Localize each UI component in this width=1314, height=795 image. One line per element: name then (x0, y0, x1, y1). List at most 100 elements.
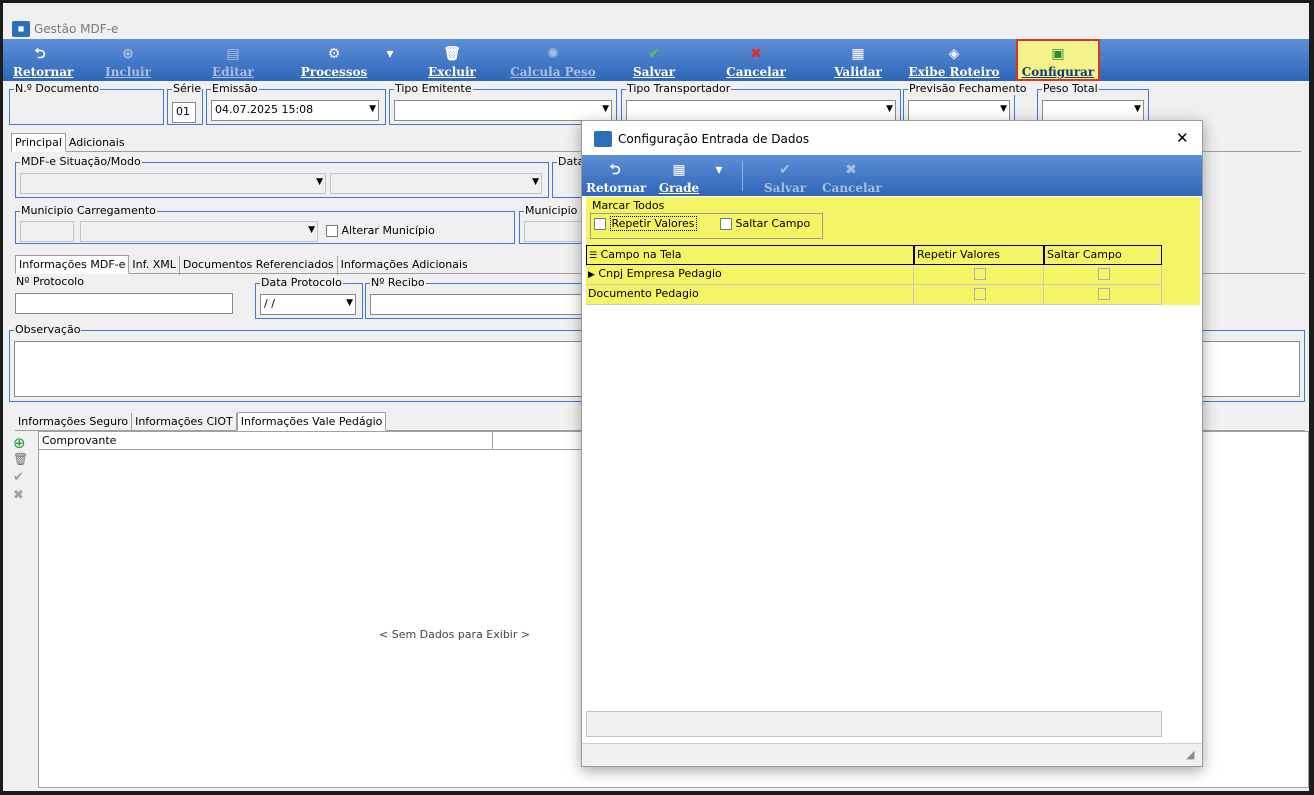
dialog-retornar-button[interactable]: ⮌ Retornar (586, 155, 646, 197)
x-icon: ✖ (750, 46, 762, 62)
dialog-cancelar-button[interactable]: ✖ Cancelar (822, 155, 882, 197)
table-row[interactable]: ▶ Cnpj Empresa Pedagio (586, 265, 914, 285)
chevron-down-icon: ▾ (715, 162, 723, 178)
situacao-select[interactable]: ▼ (20, 173, 326, 194)
grid-header-spacer (493, 432, 583, 450)
comprovante-column-header[interactable]: Comprovante (39, 432, 493, 450)
saltar-column-header[interactable]: Saltar Campo (1044, 245, 1162, 265)
saltar-cell[interactable] (1044, 265, 1162, 285)
validar-button[interactable]: ▦ Validar (833, 39, 883, 81)
emissao-group: Emissão 04.07.2025 15:08 ▼ (206, 82, 386, 125)
protocolo-group: Nº Protocolo (15, 275, 237, 317)
repetir-column-header[interactable]: Repetir Valores (914, 245, 1044, 265)
chevron-down-icon: ▼ (346, 298, 353, 308)
saltar-campo-checkbox[interactable]: Saltar Campo (720, 217, 810, 230)
repetir-cell[interactable] (914, 285, 1044, 305)
return-arrow-icon: ⮌ (609, 162, 621, 178)
plus-circle-icon: ⊕ (122, 46, 134, 62)
validate-icon: ▦ (851, 46, 865, 62)
emissao-field[interactable]: 04.07.2025 15:08 ▼ (211, 100, 379, 121)
resize-grip-icon[interactable]: ◢ (1186, 748, 1194, 761)
retornar-button[interactable]: ⮌ Retornar (13, 39, 73, 81)
tipo-emitente-select[interactable]: ▼ (394, 100, 612, 121)
tab-informacoes-ciot[interactable]: Informações CIOT (132, 413, 237, 432)
table-row[interactable]: Documento Pedagio (586, 285, 914, 305)
close-icon[interactable]: ✕ (1176, 129, 1189, 147)
incluir-button[interactable]: ⊕ Incluir (105, 39, 151, 81)
title-bar: ◼ Gestão MDF-e (3, 3, 1309, 39)
x-icon[interactable]: ✖ (13, 488, 35, 506)
processos-dropdown[interactable]: ▾ (383, 39, 397, 81)
add-icon[interactable]: ⊕ (13, 434, 35, 452)
grid-footer (586, 711, 1162, 737)
tab-informacoes-adicionais[interactable]: Informações Adicionais (338, 256, 471, 275)
dialog-grade-button[interactable]: ▦ Grade (658, 155, 700, 197)
protocolo-field[interactable] (15, 293, 233, 314)
tab-inf-xml[interactable]: Inf. XML (129, 256, 180, 275)
config-grid: ☰ Campo na Tela Repetir Valores Saltar C… (586, 245, 1162, 307)
check-icon[interactable]: ✔ (13, 470, 35, 488)
column-menu-icon: ☰ (589, 251, 598, 261)
status-bar: ◢ (582, 743, 1202, 766)
dialog-salvar-button[interactable]: ✔ Salvar (764, 155, 806, 197)
chevron-down-icon: ▼ (602, 104, 609, 114)
situacao-group: MDF-e Situação/Modo ▼ ▼ (15, 155, 549, 198)
app-logo-icon (594, 131, 612, 147)
chevron-down-icon: ▾ (386, 46, 394, 62)
chevron-down-icon: ▼ (886, 104, 893, 114)
chevron-down-icon: ▼ (1000, 104, 1007, 114)
recibo-field[interactable] (370, 294, 582, 315)
tab-informacoes-seguro[interactable]: Informações Seguro (15, 413, 133, 432)
municipio-codigo-field[interactable] (20, 221, 74, 242)
chevron-down-icon: ▼ (308, 225, 315, 235)
saltar-cell[interactable] (1044, 285, 1162, 305)
empty-grid-message: < Sem Dados para Exibir > (379, 628, 531, 641)
salvar-button[interactable]: ✔ Salvar (629, 39, 679, 81)
grid-icon: ▦ (672, 162, 686, 178)
tab-documentos-referenciados[interactable]: Documentos Referenciados (180, 256, 338, 275)
tab-informacoes-vale-pedagio[interactable]: Informações Vale Pedágio (236, 412, 387, 431)
municipio-carregamento-group: Municipio Carregamento ▼ Alterar Municíp… (15, 204, 515, 244)
municipio-d-field[interactable] (524, 221, 588, 242)
config-icon: ▣ (1051, 46, 1065, 62)
serie-group: Série 01 (167, 82, 203, 125)
marcar-todos-section: Marcar Todos Repetir Valores Saltar Camp… (586, 197, 1200, 243)
tab-adicionais[interactable]: Adicionais (66, 134, 128, 153)
trash-icon: 🗑 (443, 46, 461, 62)
peso-total-select[interactable]: ▼ (1042, 100, 1144, 121)
editar-button[interactable]: ▤ Editar (211, 39, 255, 81)
repetir-cell[interactable] (914, 265, 1044, 285)
scale-icon: ✺ (547, 46, 559, 62)
exibe-roteiro-button[interactable]: ◈ Exibe Roteiro (908, 39, 1000, 81)
dialog-title: Configuração Entrada de Dados (618, 132, 810, 146)
cancelar-button[interactable]: ✖ Cancelar (725, 39, 787, 81)
data-protocolo-group: Data Protocolo / / ▼ (255, 276, 363, 319)
repetir-valores-checkbox[interactable]: Repetir Valores (594, 216, 697, 231)
tipo-transportador-select[interactable]: ▼ (626, 100, 896, 121)
tab-principal[interactable]: Principal (11, 133, 66, 152)
processos-button[interactable]: ⚙ Processos (299, 39, 369, 81)
data-protocolo-field[interactable]: / / ▼ (260, 294, 356, 315)
municipio-carregamento-select[interactable]: ▼ (80, 221, 318, 242)
chevron-down-icon: ▼ (369, 104, 376, 114)
gear-icon: ⚙ (327, 46, 341, 62)
trash-icon[interactable]: 🗑 (13, 452, 35, 470)
excluir-button[interactable]: 🗑 Excluir (427, 39, 477, 81)
recibo-group: Nº Recibo (365, 276, 585, 319)
serie-field[interactable]: 01 (172, 102, 196, 123)
marcar-todos-label: Marcar Todos (592, 199, 665, 212)
check-icon: ✔ (779, 162, 791, 178)
return-arrow-icon: ⮌ (34, 46, 46, 62)
campo-column-header[interactable]: ☰ Campo na Tela (586, 245, 914, 265)
chevron-down-icon: ▼ (1134, 104, 1141, 114)
previsao-select[interactable]: ▼ (908, 100, 1010, 121)
configurar-button[interactable]: ▣ Configurar (1016, 39, 1100, 81)
modo-select[interactable]: ▼ (330, 173, 542, 194)
grade-dropdown[interactable]: ▾ (712, 155, 726, 197)
alterar-municipio-checkbox[interactable]: Alterar Município (326, 224, 435, 237)
tab-informacoes-mdfe[interactable]: Informações MDF-e (15, 255, 130, 274)
chevron-down-icon: ▼ (532, 177, 539, 187)
calcula-peso-button[interactable]: ✺ Calcula Peso (508, 39, 598, 81)
check-icon: ✔ (648, 46, 660, 62)
toolbar-divider (742, 161, 743, 191)
